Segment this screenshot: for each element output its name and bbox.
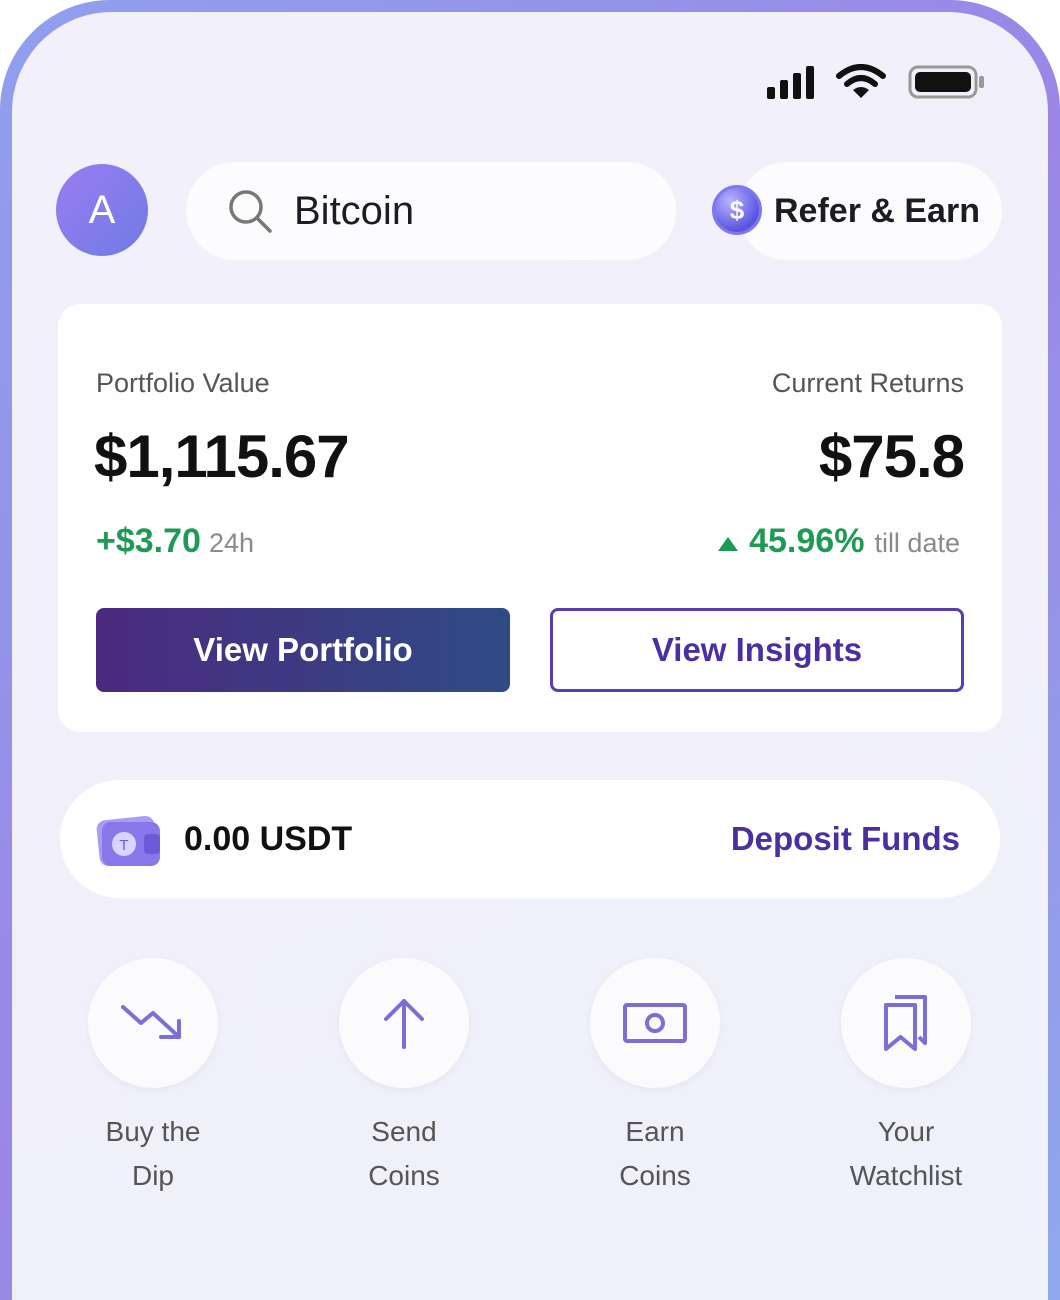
trending-down-icon — [121, 1005, 181, 1039]
action-your-watchlist[interactable]: Your Watchlist — [806, 958, 1006, 1198]
portfolio-change: +$3.70 24h — [96, 522, 254, 561]
action-buy-the-dip[interactable]: Buy the Dip — [53, 958, 253, 1198]
action-label: Your Watchlist — [806, 1110, 1006, 1198]
refer-earn-label[interactable]: Refer & Earn — [774, 192, 980, 231]
portfolio-value: $1,115.67 — [94, 423, 350, 490]
action-label: Earn Coins — [555, 1110, 755, 1198]
search-bar[interactable]: Bitcoin — [186, 162, 676, 260]
view-insights-button[interactable]: View Insights — [550, 608, 964, 692]
current-returns-label: Current Returns — [771, 368, 964, 398]
arrow-up-icon — [384, 999, 424, 1049]
battery-icon — [908, 65, 984, 99]
app-screen: A Bitcoin $ Refer & Earn Portfolio Value… — [12, 12, 1048, 1300]
action-earn-coins[interactable]: Earn Coins — [555, 958, 755, 1198]
action-label-line: Send — [371, 1116, 437, 1147]
portfolio-change-period: 24h — [208, 528, 255, 558]
wallet-balance: 0.00 USDT — [184, 820, 353, 858]
action-buy-the-dip-button[interactable] — [88, 958, 218, 1088]
deposit-funds-link[interactable]: Deposit Funds — [731, 820, 960, 858]
wifi-icon — [836, 64, 886, 98]
bookmarks-icon — [884, 995, 927, 1051]
wallet-token-symbol: T — [119, 837, 128, 854]
wallet-bar: T 0.00 USDT Deposit Funds — [60, 780, 1000, 898]
portfolio-change-amount: +$3.70 — [96, 522, 201, 560]
signal-icon — [767, 65, 814, 99]
current-returns-value: $75.8 — [818, 423, 965, 490]
status-bar — [767, 64, 986, 100]
action-label-line: Your — [877, 1116, 935, 1147]
action-label: Send Coins — [304, 1110, 504, 1198]
portfolio-card: Portfolio Value Current Returns $1,115.6… — [58, 304, 1002, 732]
action-label-line: Dip — [131, 1160, 174, 1191]
action-earn-coins-button[interactable] — [590, 958, 720, 1088]
triangle-up-icon — [718, 537, 739, 551]
action-your-watchlist-button[interactable] — [841, 958, 971, 1088]
avatar[interactable]: A — [56, 164, 148, 256]
action-send-coins-button[interactable] — [339, 958, 469, 1088]
coin-icon: $ — [712, 185, 762, 235]
portfolio-value-label: Portfolio Value — [96, 368, 270, 398]
cash-icon — [623, 1003, 687, 1043]
phone-frame: A Bitcoin $ Refer & Earn Portfolio Value… — [0, 0, 1060, 1300]
search-input[interactable]: Bitcoin — [294, 189, 414, 234]
wallet-icon: T — [96, 815, 160, 867]
search-icon — [229, 190, 272, 233]
returns-change: 45.96% till date — [717, 522, 960, 561]
returns-percent: 45.96% — [749, 522, 865, 560]
action-label-line: Watchlist — [849, 1160, 963, 1191]
action-label-line: Coins — [619, 1160, 691, 1191]
action-label-line: Coins — [368, 1160, 440, 1191]
view-portfolio-button[interactable]: View Portfolio — [96, 608, 510, 692]
action-label-line: Buy the — [105, 1116, 201, 1147]
action-label: Buy the Dip — [53, 1110, 253, 1198]
action-send-coins[interactable]: Send Coins — [304, 958, 504, 1198]
returns-period: till date — [874, 528, 960, 558]
action-label-line: Earn — [625, 1116, 685, 1147]
